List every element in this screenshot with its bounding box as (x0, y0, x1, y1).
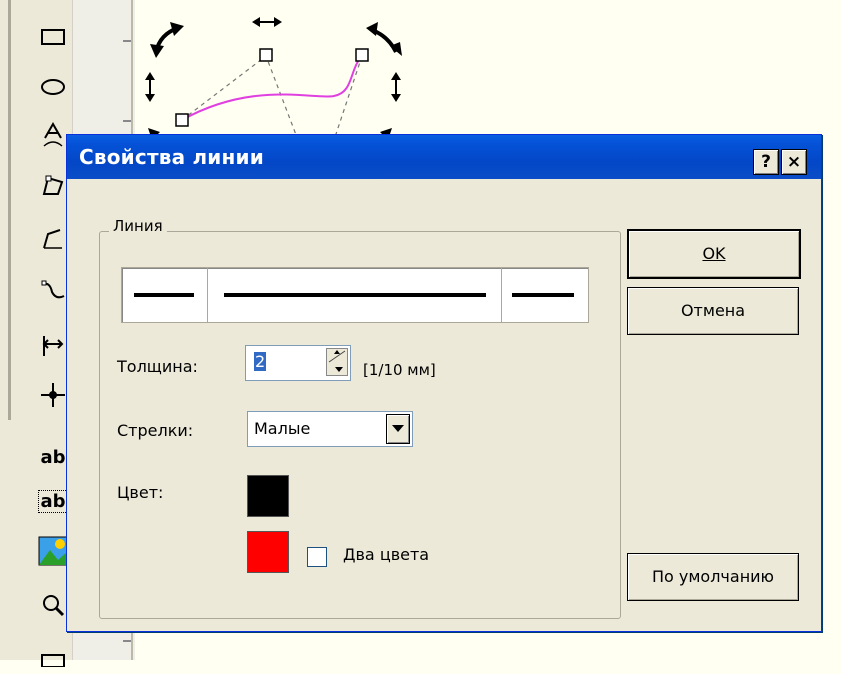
thickness-unit: [1/10 мм] (363, 361, 436, 379)
two-colors-label: Два цвета (343, 545, 430, 564)
cancel-button[interactable]: Отмена (627, 287, 799, 335)
scale-handle-top[interactable] (252, 17, 282, 27)
selected-curve[interactable] (181, 55, 363, 121)
arrows-label: Стрелки: (117, 421, 194, 440)
dialog-title: Свойства линии (79, 145, 264, 169)
dimension-icon[interactable] (36, 328, 70, 362)
scale-handle-right[interactable] (391, 72, 401, 102)
color-label: Цвет: (117, 483, 164, 502)
close-icon: × (786, 152, 802, 172)
ruler-tick (123, 40, 131, 42)
line-body-sample (224, 293, 486, 297)
chevron-down-icon (392, 425, 404, 432)
scale-handle-left[interactable] (145, 72, 155, 102)
more-tools-icon[interactable] (36, 640, 70, 674)
help-button[interactable]: ? (753, 149, 779, 175)
dialog-titlebar[interactable]: Свойства линии ? × (67, 135, 821, 179)
curve-icon[interactable] (36, 274, 70, 308)
line-end-sample (512, 293, 574, 297)
line-group-label: Линия (109, 217, 167, 235)
control-handle[interactable] (175, 113, 189, 127)
palette-edge (8, 0, 11, 420)
line-body-style[interactable] (208, 268, 502, 322)
polyline-icon[interactable] (36, 222, 70, 256)
rotate-handle-top-left[interactable] (150, 22, 184, 58)
tool-palette: ab ab (0, 0, 72, 667)
line-end-style[interactable] (502, 268, 588, 322)
default-button[interactable]: По умолчанию (627, 553, 799, 601)
line-start-sample (134, 293, 194, 297)
rectangle-icon[interactable] (36, 20, 70, 54)
primary-color-swatch[interactable] (247, 475, 289, 517)
control-handle[interactable] (259, 48, 273, 62)
thickness-value[interactable]: 2 (254, 352, 267, 371)
dropdown-button[interactable] (386, 414, 410, 444)
point-icon[interactable] (36, 378, 70, 412)
text-frame-label: ab (38, 489, 68, 513)
ellipse-icon[interactable] (36, 70, 70, 104)
line-style-preview[interactable] (121, 267, 589, 323)
text-path-icon[interactable] (36, 118, 70, 152)
image-icon[interactable] (36, 534, 70, 568)
control-polygon (181, 55, 363, 140)
secondary-color-swatch[interactable] (247, 531, 289, 573)
node-edit-icon[interactable] (36, 168, 70, 202)
two-colors-checkbox[interactable] (307, 547, 327, 567)
arrows-dropdown[interactable]: Малые (247, 411, 413, 447)
line-start-style[interactable] (122, 268, 208, 322)
thickness-spinner[interactable] (326, 348, 348, 376)
drawing-canvas[interactable] (134, 0, 841, 140)
zoom-icon[interactable] (36, 588, 70, 622)
text-frame-icon[interactable]: ab (36, 484, 70, 518)
thickness-label: Толщина: (117, 357, 198, 376)
ok-label: OK (702, 244, 726, 263)
line-properties-dialog: Свойства линии ? × Линия Толщина: 2 [1/1… (66, 134, 822, 632)
ruler-tick (123, 640, 131, 642)
ruler-tick (123, 120, 131, 122)
ok-button[interactable]: OK (627, 229, 801, 279)
text-tool-icon[interactable]: ab (36, 440, 70, 474)
close-button[interactable]: × (781, 149, 807, 175)
arrows-value: Малые (254, 419, 311, 438)
rotate-handle-top-right[interactable] (366, 22, 402, 56)
control-handle[interactable] (355, 48, 369, 62)
thickness-field[interactable]: 2 (245, 345, 351, 381)
